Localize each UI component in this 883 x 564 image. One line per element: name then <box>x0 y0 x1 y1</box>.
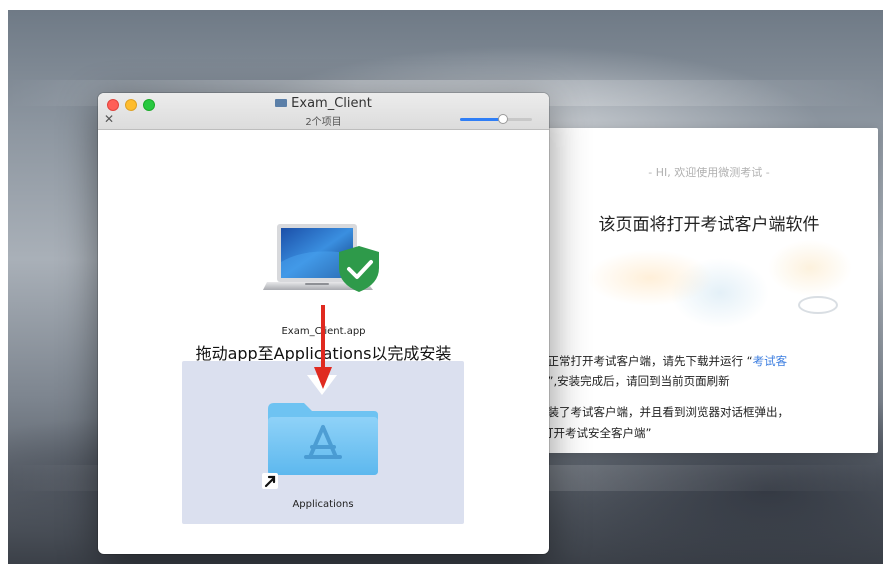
instruction-line-3: 安装了考试客户端，并且看到浏览器对话框弹出， <box>540 405 789 419</box>
instruction-line-1: 法正常打开考试客户端，请先下载并运行 “考试客 <box>540 350 787 372</box>
instruction-line-4: “打开考试安全客户端” <box>540 426 652 440</box>
disk-image-icon <box>275 98 288 107</box>
instruction-text: 法正常打开考试客户端，请先下载并运行 “ <box>540 354 753 368</box>
icon-size-slider[interactable] <box>460 114 532 124</box>
red-down-arrow-icon <box>314 305 332 389</box>
window-title-text: Exam_Client <box>291 96 372 111</box>
instruction-line-2: 件”,安装完成后，请回到当前页面刷新 <box>540 370 730 392</box>
page-heading: 该页面将打开考试客户端软件 <box>598 215 820 235</box>
browser-page: - HI, 欢迎使用微测考试 - 该页面将打开考试客户端软件 法正常打开考试客户… <box>540 128 878 453</box>
installer-window: Exam_Client ✕ 2个项目 Exam_Client.a <box>98 93 549 554</box>
applications-folder-label: Applications <box>292 499 354 510</box>
instruction-text: ”,安装完成后，请回到当前页面刷新 <box>547 374 730 388</box>
window-title: Exam_Client <box>98 96 549 111</box>
welcome-greeting: - HI, 欢迎使用微测考试 - <box>648 166 770 179</box>
slider-fill <box>460 118 504 121</box>
laptop-shield-icon[interactable] <box>263 224 383 296</box>
alias-arrow-icon <box>262 473 278 489</box>
applications-folder-icon[interactable] <box>266 401 380 477</box>
download-link[interactable]: 考试客 <box>753 354 788 368</box>
window-titlebar[interactable]: Exam_Client ✕ 2个项目 <box>98 93 549 130</box>
planet-illustration <box>798 296 838 314</box>
